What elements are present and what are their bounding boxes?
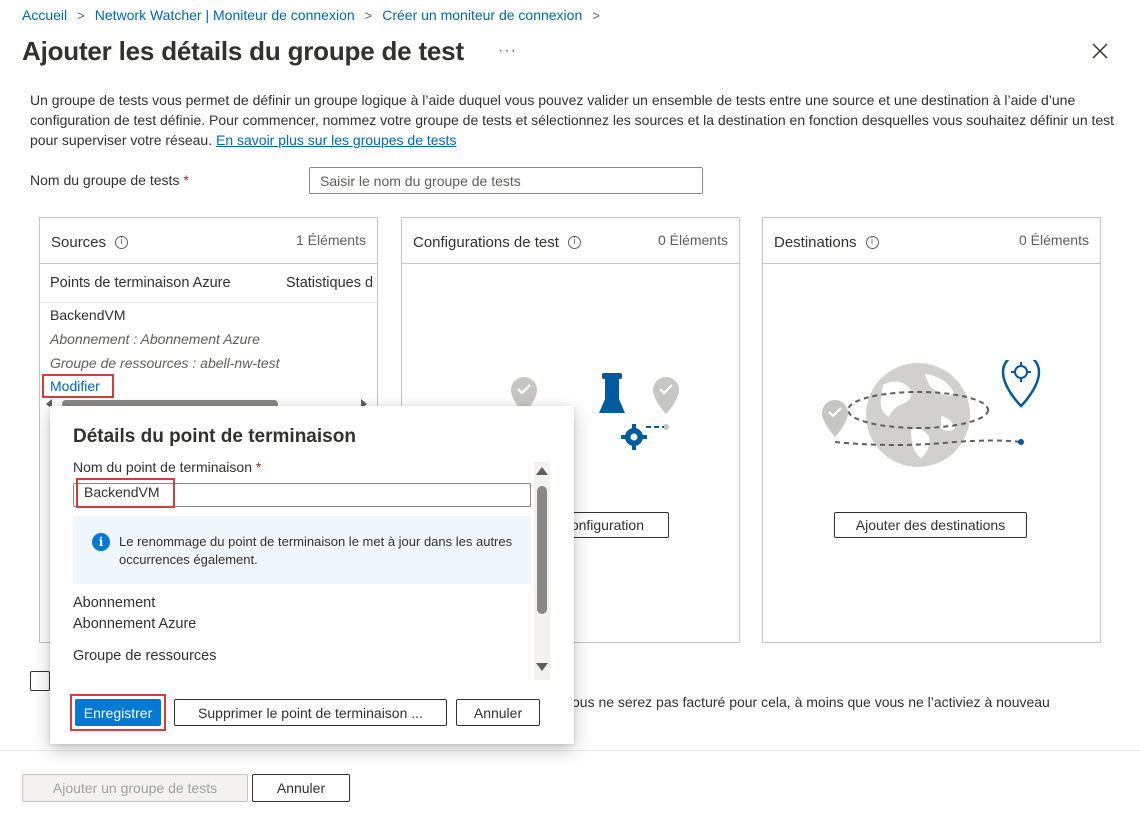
destinations-panel-header: Destinations i 0 Éléments <box>763 218 1100 264</box>
required-marker: * <box>183 172 189 188</box>
breadcrumb-create-monitor[interactable]: Créer un moniteur de connexion <box>382 7 582 23</box>
required-marker: * <box>255 459 262 475</box>
scroll-down-icon[interactable] <box>536 663 548 671</box>
info-icon[interactable]: i <box>865 236 879 249</box>
group-name-label-text: Nom du groupe de tests <box>30 172 180 188</box>
chevron-right-icon: > <box>364 7 373 23</box>
close-icon[interactable] <box>1089 40 1111 62</box>
source-subscription: Abonnement : Abonnement Azure <box>50 331 260 347</box>
destinations-panel: Destinations i 0 Éléments <box>762 217 1101 643</box>
billing-note: ous ne serez pas facturé pour cela, à mo… <box>572 694 1050 710</box>
learn-more-link[interactable]: En savoir plus sur les groupes de tests <box>216 132 456 148</box>
destinations-title-text: Destinations <box>774 234 857 251</box>
source-resource-group: Groupe de ressources : abell-nw-test <box>50 355 280 371</box>
resource-group-label: Groupe de ressources <box>73 648 217 664</box>
sources-title-text: Sources <box>51 234 107 251</box>
chevron-right-icon: > <box>77 7 85 23</box>
subscription-value: Abonnement Azure <box>73 616 197 632</box>
more-options-icon[interactable]: ··· <box>498 42 517 60</box>
dialog-scrollbar-thumb[interactable] <box>537 486 547 614</box>
configs-count: 0 Éléments <box>657 232 728 248</box>
info-circle-icon: i <box>92 533 110 551</box>
save-button[interactable]: Enregistrer <box>75 699 161 726</box>
endpoint-name-value[interactable]: BackendVM <box>76 478 175 508</box>
edit-source-link[interactable]: Modifier <box>42 374 114 398</box>
info-icon[interactable]: i <box>567 236 581 249</box>
enable-checkbox[interactable] <box>30 671 50 691</box>
footer-divider <box>0 750 1140 751</box>
breadcrumb-home[interactable]: Accueil <box>22 7 67 23</box>
subscription-label: Abonnement <box>73 595 156 611</box>
intro-text: Un groupe de tests vous permet de défini… <box>30 90 1120 150</box>
group-name-input[interactable] <box>309 167 703 194</box>
intro-paragraph: Un groupe de tests vous permet de défini… <box>30 92 1115 148</box>
breadcrumb-network-watcher[interactable]: Network Watcher | Moniteur de connexion <box>95 7 355 23</box>
sources-table-header: Points de terminaison Azure Statistiques… <box>40 265 377 303</box>
chevron-right-icon: > <box>592 7 600 23</box>
info-icon[interactable]: i <box>115 236 129 249</box>
add-destinations-button[interactable]: Ajouter des destinations <box>834 512 1027 538</box>
endpoint-details-dialog: Détails du point de terminaison Nom du p… <box>50 406 574 744</box>
rename-info-banner: i Le renommage du point de terminaison l… <box>73 516 531 584</box>
configs-title: Configurations de test i <box>413 234 581 251</box>
dialog-cancel-button[interactable]: Annuler <box>456 699 540 726</box>
sources-count: 1 Éléments <box>295 232 366 248</box>
sources-title: Sources i <box>51 234 129 251</box>
sources-panel-header: Sources i 1 Éléments <box>40 218 377 264</box>
rename-info-text: Le renommage du point de terminaison le … <box>119 534 513 567</box>
endpoint-name-label-text: Nom du point de terminaison <box>73 459 252 475</box>
dialog-title: Détails du point de terminaison <box>73 426 356 447</box>
add-test-group-button[interactable]: Ajouter un groupe de tests <box>22 774 248 802</box>
configs-panel-header: Configurations de test i 0 Éléments <box>402 218 739 264</box>
destinations-count: 0 Éléments <box>1018 232 1089 248</box>
endpoint-name-label: Nom du point de terminaison * <box>73 459 261 475</box>
breadcrumb: Accueil > Network Watcher | Moniteur de … <box>22 7 610 23</box>
group-name-label: Nom du groupe de tests * <box>30 172 189 188</box>
source-endpoint-name: BackendVM <box>50 307 126 323</box>
globe-destination-illustration-icon <box>822 360 1041 467</box>
save-highlight: Enregistrer <box>70 694 166 731</box>
footer-cancel-button[interactable]: Annuler <box>252 774 350 802</box>
delete-endpoint-button[interactable]: Supprimer le point de terminaison ... <box>174 699 447 726</box>
page-title: Ajouter les détails du groupe de test <box>22 36 464 66</box>
destinations-title: Destinations i <box>774 234 879 251</box>
scroll-up-icon[interactable] <box>536 467 548 475</box>
configs-title-text: Configurations de test <box>413 234 559 251</box>
column-header-azure-endpoints[interactable]: Points de terminaison Azure <box>50 275 231 291</box>
column-header-stats[interactable]: Statistiques d <box>286 275 373 291</box>
